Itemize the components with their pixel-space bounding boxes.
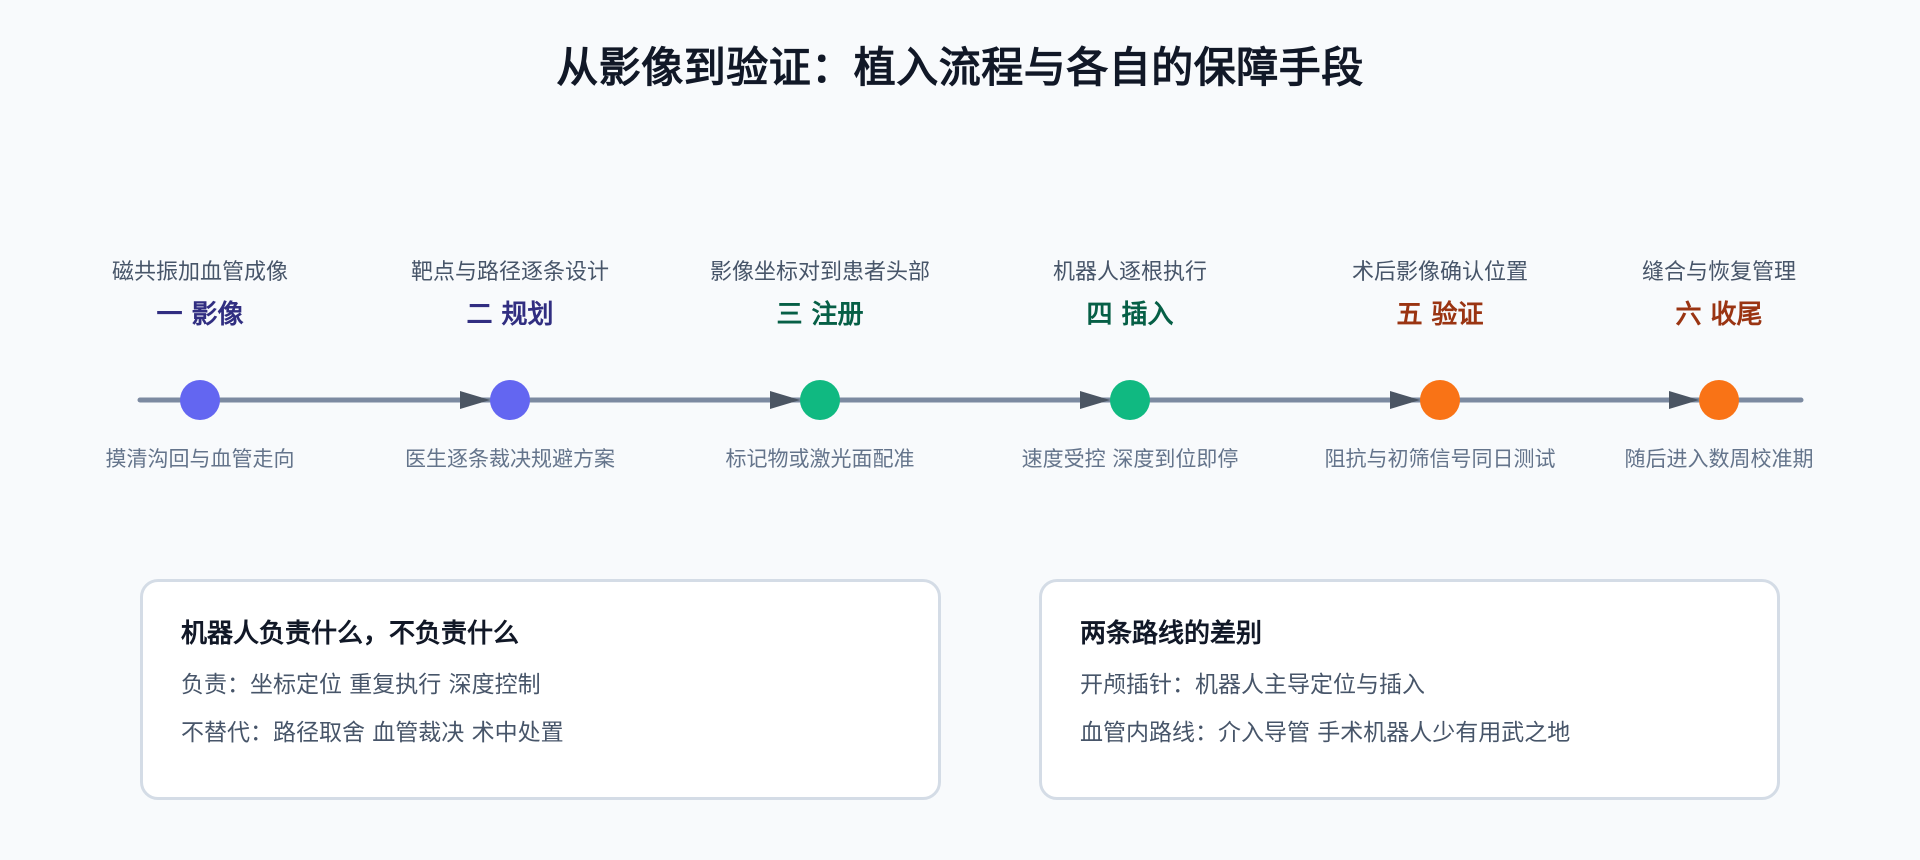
route-differences-title: 两条路线的差别 xyxy=(1080,619,1263,649)
robot-responsibilities-title: 机器人负责什么，不负责什么 xyxy=(181,619,520,649)
robot-responsibilities-line: 负责：坐标定位 重复执行 深度控制 xyxy=(181,672,541,698)
robot-nonresponsibilities-line: 不替代：路径取舍 血管裁决 术中处置 xyxy=(181,720,564,746)
step-6-bottom-label: 随后进入数周校准期 xyxy=(1624,447,1814,471)
step-node-1 xyxy=(180,380,220,420)
step-2-top-label: 靶点与路径逐条设计 xyxy=(410,260,610,285)
page-title: 从影像到验证：植入流程与各自的保障手段 xyxy=(556,43,1364,92)
step-6-top-label: 缝合与恢复管理 xyxy=(1641,260,1797,285)
route-differences-panel: 两条路线的差别 开颅插针：机器人主导定位与插入 血管内路线：介入导管 手术机器人… xyxy=(1039,579,1780,800)
timeline-arrow-5 xyxy=(1669,391,1699,409)
process-diagram-page: 从影像到验证：植入流程与各自的保障手段 磁共振加血管成像一 影像摸清沟回与血管走… xyxy=(0,0,1920,860)
step-1-top-label: 磁共振加血管成像 xyxy=(111,260,289,285)
step-4-name: 四 插入 xyxy=(1086,300,1174,330)
timeline-arrows xyxy=(460,391,1699,409)
timeline-nodes xyxy=(180,380,1739,420)
step-node-3 xyxy=(800,380,840,420)
step-3-bottom-label: 标记物或激光面配准 xyxy=(725,447,915,471)
step-node-5 xyxy=(1420,380,1460,420)
step-4-bottom-label: 速度受控 深度到位即停 xyxy=(1021,447,1239,471)
step-3-name: 三 注册 xyxy=(776,300,864,330)
step-node-4 xyxy=(1110,380,1150,420)
step-1-bottom-label: 摸清沟回与血管走向 xyxy=(105,447,295,471)
step-3-top-label: 影像坐标对到患者头部 xyxy=(709,260,931,285)
step-4-top-label: 机器人逐根执行 xyxy=(1052,260,1208,285)
step-5-top-label: 术后影像确认位置 xyxy=(1351,260,1529,285)
timeline-arrow-3 xyxy=(1080,391,1110,409)
step-node-2 xyxy=(490,380,530,420)
step-1-name: 一 影像 xyxy=(156,300,244,330)
step-5-bottom-label: 阻抗与初筛信号同日测试 xyxy=(1324,447,1556,471)
robot-responsibilities-panel: 机器人负责什么，不负责什么 负责：坐标定位 重复执行 深度控制 不替代：路径取舍… xyxy=(140,579,941,800)
step-2-name: 二 规划 xyxy=(466,300,554,330)
timeline-arrow-1 xyxy=(460,391,490,409)
step-2-bottom-label: 医生逐条裁决规避方案 xyxy=(405,447,615,471)
timeline-arrow-2 xyxy=(770,391,800,409)
step-6-name: 六 收尾 xyxy=(1675,300,1763,330)
timeline-arrow-4 xyxy=(1390,391,1420,409)
endovascular-route-line: 血管内路线：介入导管 手术机器人少有用武之地 xyxy=(1080,720,1571,746)
step-node-6 xyxy=(1699,380,1739,420)
step-5-name: 五 验证 xyxy=(1396,300,1484,330)
craniotomy-route-line: 开颅插针：机器人主导定位与插入 xyxy=(1080,672,1425,698)
